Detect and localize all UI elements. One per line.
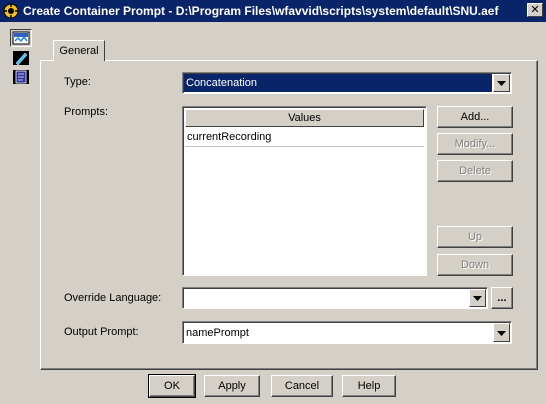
values-column-header[interactable]: Values (185, 109, 424, 127)
output-prompt-combobox[interactable]: namePrompt (182, 321, 512, 344)
delete-button[interactable]: Delete (437, 160, 513, 182)
down-button[interactable]: Down (437, 254, 513, 276)
edit-pen-icon[interactable] (10, 49, 32, 67)
prompts-label: Prompts: (64, 106, 109, 118)
tab-general[interactable]: General (53, 40, 105, 61)
modify-button[interactable]: Modify... (437, 133, 513, 155)
apply-button[interactable]: Apply (204, 375, 260, 397)
window-title: Create Container Prompt - D:\Program Fil… (23, 4, 499, 18)
values-header-label: Values (288, 112, 321, 124)
override-language-label: Override Language: (64, 292, 162, 304)
prompt-row-value: currentRecording (187, 131, 272, 143)
prompts-table[interactable]: Values currentRecording (182, 106, 427, 276)
override-language-dropdown-button[interactable] (469, 289, 486, 307)
type-dropdown-button[interactable] (493, 74, 510, 92)
add-button[interactable]: Add... (437, 106, 513, 128)
output-prompt-value: namePrompt (186, 326, 249, 339)
table-row[interactable]: currentRecording (185, 128, 424, 147)
browse-language-button[interactable]: ... (491, 287, 513, 309)
chevron-down-icon (473, 292, 482, 304)
override-language-combobox[interactable] (182, 287, 488, 309)
document-icon[interactable] (10, 68, 32, 86)
title-bar[interactable]: Create Container Prompt - D:\Program Fil… (0, 0, 546, 22)
cancel-button[interactable]: Cancel (271, 375, 333, 397)
up-button[interactable]: Up (437, 226, 513, 248)
type-label: Type: (64, 76, 91, 88)
chevron-down-icon (497, 77, 506, 89)
help-button[interactable]: Help (342, 375, 396, 397)
app-icon (3, 3, 19, 19)
chevron-down-icon (497, 327, 506, 339)
type-combobox[interactable]: Concatenation (182, 72, 512, 94)
type-value: Concatenation (184, 74, 492, 92)
ok-button[interactable]: OK (148, 374, 196, 398)
output-prompt-dropdown-button[interactable] (493, 323, 510, 342)
general-view-icon[interactable] (10, 29, 32, 47)
output-prompt-label: Output Prompt: (64, 326, 139, 338)
close-button[interactable]: ✕ (527, 3, 543, 17)
tab-general-label: General (59, 45, 99, 57)
